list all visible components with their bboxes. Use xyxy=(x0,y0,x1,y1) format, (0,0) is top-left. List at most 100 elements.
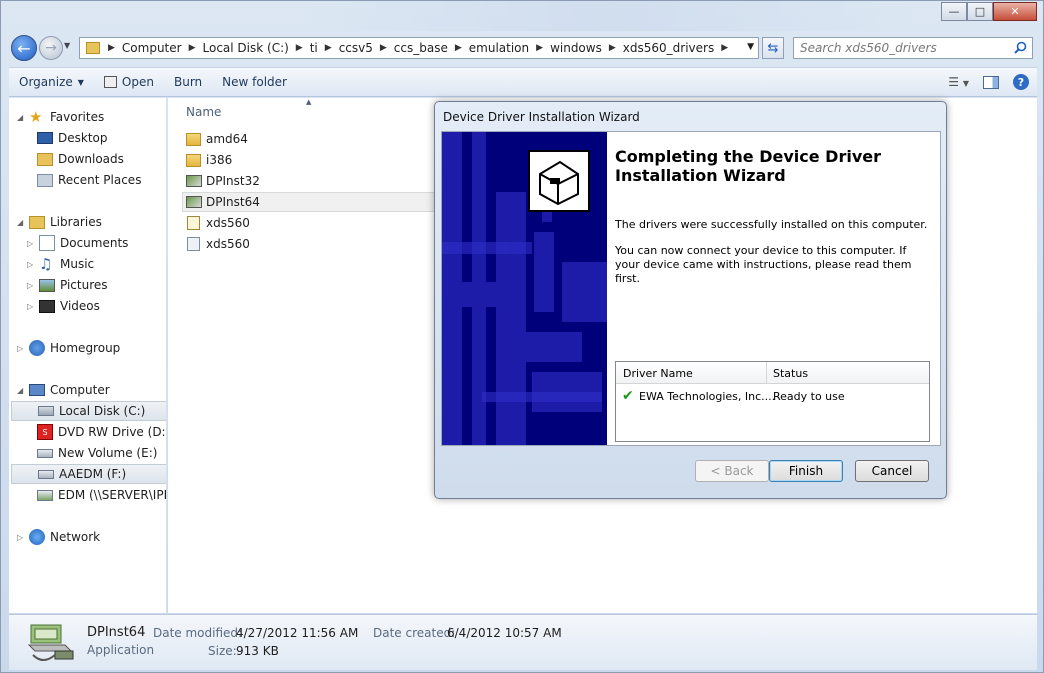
forward-button[interactable]: → xyxy=(39,36,63,60)
nav-label: Videos xyxy=(60,299,100,313)
file-name: DPInst32 xyxy=(206,174,260,188)
nav-documents[interactable]: ▷ Documents xyxy=(27,233,128,253)
nav-network-drive[interactable]: EDM (\\SERVER\IPR xyxy=(37,485,167,505)
music-icon: ♫ xyxy=(39,255,53,273)
nav-local-disk[interactable]: Local Disk (C:) xyxy=(11,401,166,421)
column-divider xyxy=(766,362,767,384)
usb-drive-icon xyxy=(38,469,54,479)
maximize-button[interactable]: □ xyxy=(967,2,993,21)
nav-label: Pictures xyxy=(60,278,108,292)
breadcrumb-item[interactable]: ccs_base xyxy=(394,41,448,55)
breadcrumb-separator-icon[interactable]: ▶ xyxy=(721,43,728,53)
driver-wizard-dialog: Device Driver Installation Wizard Comple… xyxy=(434,101,947,499)
nav-downloads[interactable]: Downloads xyxy=(37,149,124,169)
desktop-icon xyxy=(37,132,53,144)
nav-aaedm[interactable]: AAEDM (F:) xyxy=(11,464,166,484)
dialog-body: Completing the Device Driver Installatio… xyxy=(441,131,941,446)
column-driver-name[interactable]: Driver Name xyxy=(623,367,693,380)
nav-network[interactable]: ▷ Network xyxy=(17,527,100,547)
breadcrumb-separator-icon[interactable]: ▶ xyxy=(455,43,462,53)
nav-label: New Volume (E:) xyxy=(58,446,158,460)
burn-label: Burn xyxy=(173,75,203,89)
nav-music[interactable]: ▷ ♫ Music xyxy=(27,254,94,274)
open-button[interactable]: Open xyxy=(94,75,164,89)
nav-label: Computer xyxy=(50,383,110,397)
breadcrumb-item[interactable]: emulation xyxy=(469,41,529,55)
breadcrumb-item[interactable]: ccsv5 xyxy=(339,41,373,55)
minimize-button[interactable]: — xyxy=(941,2,967,21)
file-name: xds560 xyxy=(206,237,250,251)
date-modified-label: Date modified: xyxy=(153,626,243,640)
file-row[interactable]: xds560 xyxy=(182,234,442,254)
nav-pictures[interactable]: ▷ Pictures xyxy=(27,275,108,295)
navigation-pane: ◢ ★ Favorites Desktop Downloads Recent Pla… xyxy=(9,98,167,613)
nav-label: Favorites xyxy=(50,110,105,124)
breadcrumb-separator-icon[interactable]: ▶ xyxy=(325,43,332,53)
computer-icon xyxy=(29,384,45,396)
installer-icon xyxy=(186,175,202,187)
burn-button[interactable]: Burn xyxy=(164,75,212,89)
nav-videos[interactable]: ▷ Videos xyxy=(27,296,100,316)
finish-button[interactable]: Finish xyxy=(769,460,843,482)
breadcrumb-item[interactable]: xds560_drivers xyxy=(623,41,714,55)
nav-label: Downloads xyxy=(58,152,124,166)
breadcrumb-item[interactable]: ti xyxy=(310,41,318,55)
expand-icon: ◢ xyxy=(17,112,24,122)
help-icon[interactable]: ? xyxy=(1013,74,1029,90)
expand-icon: ◢ xyxy=(17,385,24,395)
search-icon xyxy=(1014,41,1027,54)
nav-label: DVD RW Drive (D:) S xyxy=(58,425,166,439)
size-label: Size: xyxy=(208,644,237,658)
recent-pages-dropdown[interactable]: ▼ xyxy=(64,41,70,50)
nav-label: EDM (\\SERVER\IPR xyxy=(58,488,167,502)
nav-dvd-drive[interactable]: S DVD RW Drive (D:) S xyxy=(37,422,166,442)
refresh-button[interactable]: ⇆ xyxy=(762,37,784,59)
file-row[interactable]: xds560 xyxy=(182,213,442,233)
details-pane: DPInst64 Application Date modified: 4/27… xyxy=(9,614,1037,670)
organize-menu[interactable]: Organize ▼ xyxy=(9,75,94,89)
breadcrumb-separator-icon[interactable]: ▶ xyxy=(108,43,115,53)
cancel-button[interactable]: Cancel xyxy=(855,460,929,482)
breadcrumb-separator-icon[interactable]: ▶ xyxy=(609,43,616,53)
command-bar: Organize ▼ Open Burn New folder ☰ ▼ ? xyxy=(9,67,1037,97)
nav-new-volume[interactable]: New Volume (E:) xyxy=(37,443,157,463)
address-dropdown-icon[interactable]: ▼ xyxy=(747,42,754,52)
breadcrumb-separator-icon[interactable]: ▶ xyxy=(189,43,196,53)
file-row[interactable]: i386 xyxy=(182,150,442,170)
hardware-wizard-icon xyxy=(528,150,590,212)
breadcrumb-separator-icon[interactable]: ▶ xyxy=(536,43,543,53)
collapse-icon: ▷ xyxy=(17,532,24,542)
driver-name-cell: EWA Technologies, Inc.... xyxy=(639,390,776,403)
nav-libraries[interactable]: ◢ Libraries xyxy=(17,212,102,232)
nav-homegroup[interactable]: ▷ Homegroup xyxy=(17,338,120,358)
close-button[interactable]: ✕ xyxy=(993,2,1037,21)
file-row-selected[interactable]: DPInst64 xyxy=(182,192,442,212)
address-bar[interactable]: ▶ Computer ▶ Local Disk (C:) ▶ ti ▶ ccsv5 ▶ ccs_b… xyxy=(79,37,759,59)
file-row[interactable]: DPInst32 xyxy=(182,171,442,191)
nav-computer[interactable]: ◢ Computer xyxy=(17,380,110,400)
column-header-name[interactable]: Name xyxy=(186,105,221,119)
breadcrumb-item[interactable]: Local Disk (C:) xyxy=(203,41,289,55)
nav-label: Desktop xyxy=(58,131,108,145)
caption-buttons: — □ ✕ xyxy=(941,2,1037,21)
breadcrumb-item[interactable]: Computer xyxy=(122,41,182,55)
column-status[interactable]: Status xyxy=(773,367,808,380)
checkmark-icon: ✔ xyxy=(622,388,634,404)
preview-pane-icon[interactable] xyxy=(983,75,999,89)
open-icon xyxy=(103,76,117,88)
dialog-title: Device Driver Installation Wizard xyxy=(443,110,640,124)
breadcrumb-separator-icon[interactable]: ▶ xyxy=(380,43,387,53)
network-drive-icon xyxy=(37,489,53,501)
nav-recent-places[interactable]: Recent Places xyxy=(37,170,141,190)
back-button[interactable]: ← xyxy=(11,35,37,61)
nav-desktop[interactable]: Desktop xyxy=(37,128,108,148)
view-options-icon[interactable]: ☰ ▼ xyxy=(948,75,969,89)
breadcrumb-separator-icon[interactable]: ▶ xyxy=(296,43,303,53)
setup-info-icon xyxy=(187,216,200,230)
file-row[interactable]: amd64 xyxy=(182,129,442,149)
nav-favorites[interactable]: ◢ ★ Favorites xyxy=(17,107,104,127)
breadcrumb-item[interactable]: windows xyxy=(550,41,602,55)
back-button[interactable]: < Back xyxy=(695,460,769,482)
search-input[interactable]: Search xds560_drivers xyxy=(793,37,1033,59)
new-folder-button[interactable]: New folder xyxy=(212,75,297,89)
